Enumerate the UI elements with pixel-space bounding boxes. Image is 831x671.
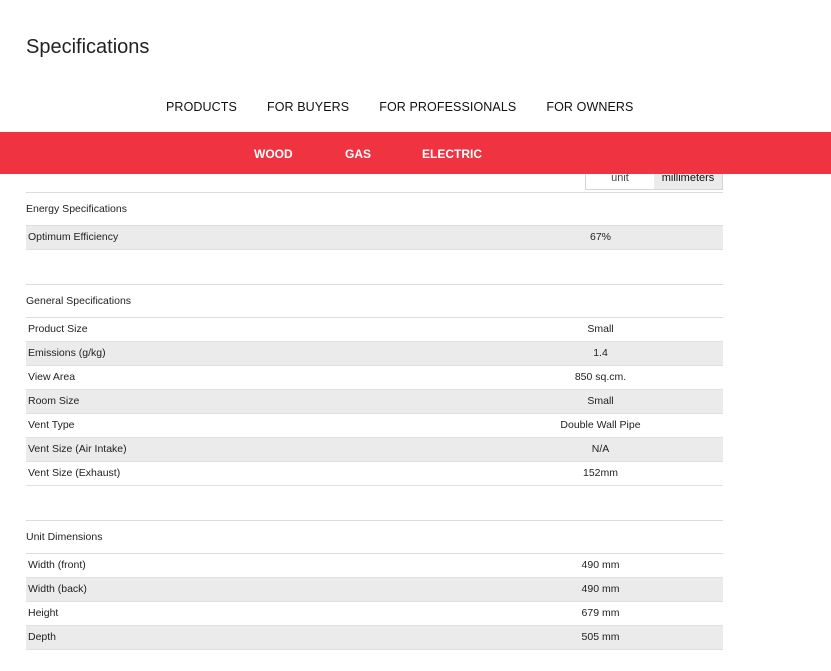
spec-row: View Area 850 sq.cm. <box>26 366 723 390</box>
spec-table: Energy Specifications Optimum Efficiency… <box>26 192 723 650</box>
spec-label: Height <box>28 607 59 619</box>
spec-label: Width (back) <box>28 583 87 595</box>
category-nav: WOOD GAS ELECTRIC <box>0 132 831 174</box>
spec-value: N/A <box>591 443 610 455</box>
spec-label: Product Size <box>28 323 88 335</box>
spec-row: Optimum Efficiency 67% <box>26 226 723 250</box>
spec-label: Vent Size (Exhaust) <box>28 467 121 479</box>
spec-label: Optimum Efficiency <box>28 231 119 243</box>
spec-row: Width (front) 490 mm <box>26 554 723 578</box>
spec-row: Emissions (g/kg) 1.4 <box>26 342 723 366</box>
spec-value: 152mm <box>582 467 618 479</box>
spec-value: Small <box>587 395 614 407</box>
spec-row: Width (back) 490 mm <box>26 578 723 602</box>
category-tab-gas[interactable]: GAS <box>345 147 371 161</box>
spec-label: Room Size <box>28 395 80 407</box>
spec-value: 490 mm <box>581 559 620 571</box>
spec-label: View Area <box>28 371 76 383</box>
spec-value: 1.4 <box>593 347 608 359</box>
spec-value: 505 mm <box>581 631 620 643</box>
nav-for-owners[interactable]: FOR OWNERS <box>546 100 633 114</box>
spec-label: Vent Type <box>28 419 75 431</box>
section-title: General Specifications <box>26 285 723 318</box>
nav-for-professionals[interactable]: FOR PROFESSIONALS <box>379 100 516 114</box>
spec-label: Width (front) <box>28 559 86 571</box>
section-general: General Specifications Product Size Smal… <box>26 284 723 486</box>
category-tab-electric[interactable]: ELECTRIC <box>422 147 482 161</box>
page-title: Specifications <box>26 36 150 58</box>
page: Specifications PRODUCTS FOR BUYERS FOR P… <box>0 0 831 671</box>
spec-label: Vent Size (Air Intake) <box>28 443 127 455</box>
spec-row: Product Size Small <box>26 318 723 342</box>
nav-for-buyers[interactable]: FOR BUYERS <box>267 100 349 114</box>
section-title: Unit Dimensions <box>26 521 723 554</box>
spec-value: 850 sq.cm. <box>574 371 627 383</box>
spec-row: Vent Type Double Wall Pipe <box>26 414 723 438</box>
spec-value: Small <box>587 323 614 335</box>
spec-row: Height 679 mm <box>26 602 723 626</box>
spec-value: 490 mm <box>581 583 620 595</box>
spec-label: Emissions (g/kg) <box>28 347 106 359</box>
spec-row: Vent Size (Exhaust) 152mm <box>26 462 723 486</box>
spec-value: Double Wall Pipe <box>560 419 641 431</box>
spec-row: Vent Size (Air Intake) N/A <box>26 438 723 462</box>
spec-row: Room Size Small <box>26 390 723 414</box>
spec-value: 67% <box>589 231 611 243</box>
category-tab-wood[interactable]: WOOD <box>254 147 293 161</box>
spec-row: Depth 505 mm <box>26 626 723 650</box>
spec-value: 679 mm <box>581 607 620 619</box>
spec-label: Depth <box>28 631 57 643</box>
section-energy: Energy Specifications Optimum Efficiency… <box>26 192 723 250</box>
nav-products[interactable]: PRODUCTS <box>166 100 237 114</box>
section-dimensions: Unit Dimensions Width (front) 490 mm Wid… <box>26 520 723 650</box>
section-title: Energy Specifications <box>26 193 723 226</box>
